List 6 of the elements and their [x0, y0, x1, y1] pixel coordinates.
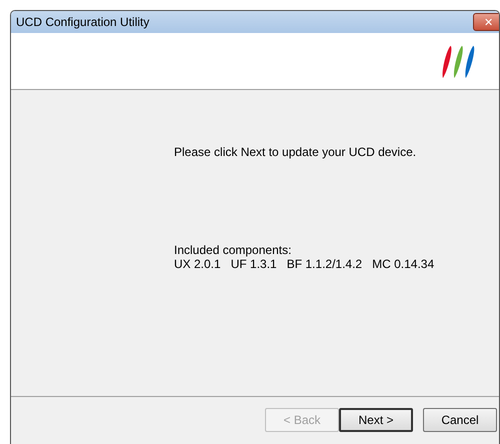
- components-heading: Included components:: [174, 243, 292, 257]
- dialog-button[interactable]: Cancel: [423, 408, 497, 432]
- window-title: UCD Configuration Utility: [16, 15, 150, 29]
- components-list: UX 2.0.1 UF 1.3.1 BF 1.1.2/1.4.2 MC 0.14.34: [174, 257, 499, 271]
- dialog-button[interactable]: Next >: [339, 408, 413, 432]
- instruction-text: Please click Next to update your UCD device.: [174, 145, 418, 159]
